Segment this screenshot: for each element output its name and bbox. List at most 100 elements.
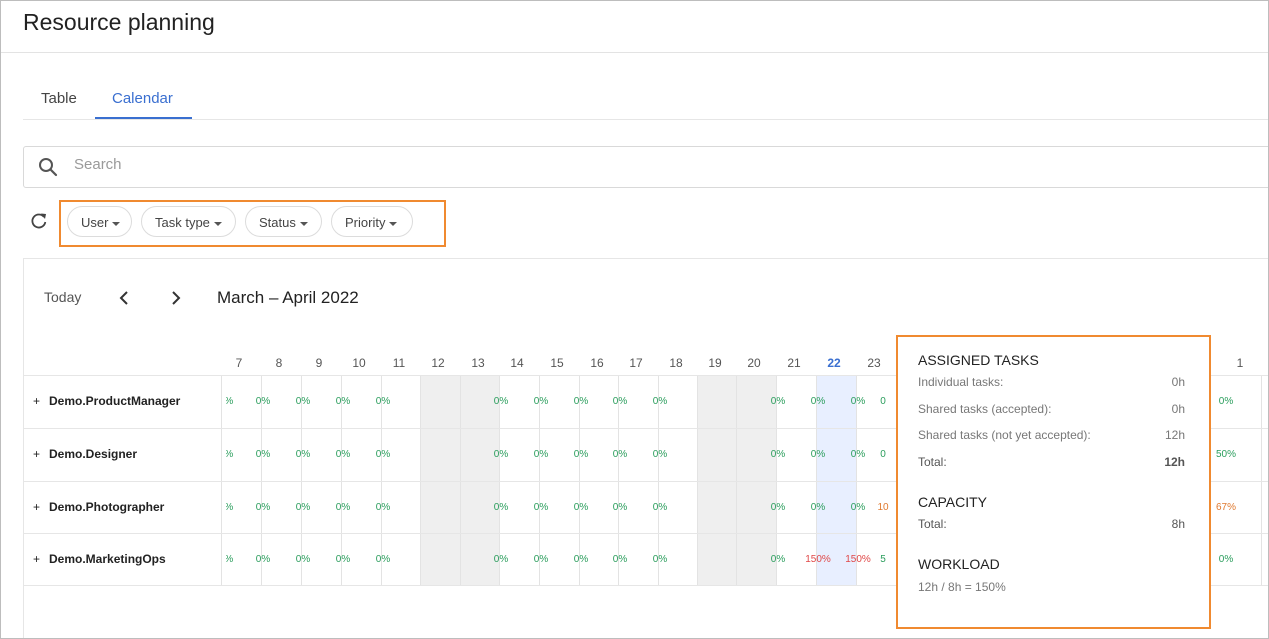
day-header: 9 [315, 356, 323, 370]
workload-cell[interactable]: 0% [561, 449, 601, 460]
workload-cell[interactable]: 0% [481, 396, 521, 407]
user-name: Demo.Photographer [49, 500, 165, 514]
workload-cell[interactable]: 0% [323, 554, 363, 565]
workload-cell[interactable]: 0% [600, 502, 640, 513]
workload-cell[interactable]: 0% [1206, 554, 1246, 565]
individual-tasks-value: 0h [1171, 375, 1185, 389]
chevron-right-icon[interactable] [170, 289, 182, 307]
search-bar [23, 146, 1268, 188]
day-header: 15 [550, 356, 564, 370]
workload-cell[interactable]: 0% [561, 554, 601, 565]
workload-cell[interactable]: 0% [323, 502, 363, 513]
filter-status[interactable]: Status [245, 206, 322, 237]
grid-column-line [1261, 375, 1262, 585]
workload-cell-partial[interactable]: 0 [873, 396, 893, 407]
capacity-total-label: Total: [918, 517, 947, 531]
workload-cell[interactable]: 0% [1206, 396, 1246, 407]
workload-cell[interactable]: 67% [1206, 502, 1246, 513]
shared-not-accepted-label: Shared tasks (not yet accepted): [918, 428, 1091, 442]
workload-cell[interactable]: 0% [838, 449, 878, 460]
user-row-label[interactable]: + Demo.MarketingOps [33, 552, 166, 566]
expand-icon[interactable]: + [33, 447, 49, 461]
assigned-total-value: 12h [1164, 455, 1185, 469]
workload-cell[interactable]: 0% [838, 396, 878, 407]
expand-icon[interactable]: + [33, 552, 49, 566]
workload-formula: 12h / 8h = 150% [918, 580, 1006, 594]
day-header: 19 [708, 356, 722, 370]
tab-table[interactable]: Table [41, 90, 77, 107]
workload-cell[interactable]: 0% [838, 502, 878, 513]
search-input[interactable] [72, 155, 876, 174]
workload-cell[interactable]: 0% [600, 396, 640, 407]
workload-cell[interactable]: 0% [363, 554, 403, 565]
workload-cell[interactable]: 0% [521, 396, 561, 407]
day-header: 21 [787, 356, 801, 370]
workload-cell[interactable]: 0% [758, 554, 798, 565]
workload-cell[interactable]: 0% [283, 449, 323, 460]
filter-user-label: User [81, 215, 109, 230]
workload-cell[interactable]: 0% [323, 396, 363, 407]
workload-cell[interactable]: 0% [363, 502, 403, 513]
grid-column-line [697, 375, 698, 585]
workload-cell[interactable]: 150% [838, 554, 878, 565]
day-header: 11 [392, 356, 406, 370]
workload-cell[interactable]: 0% [758, 396, 798, 407]
workload-cell[interactable]: 0% [283, 396, 323, 407]
filter-task-type[interactable]: Task type [141, 206, 236, 237]
workload-cell[interactable]: 0% [640, 449, 680, 460]
workload-cell[interactable]: 0% [243, 449, 283, 460]
user-row-label[interactable]: + Demo.Photographer [33, 500, 164, 514]
workload-cell[interactable]: 0% [521, 554, 561, 565]
workload-cell[interactable]: 0% [798, 449, 838, 460]
workload-cell-partial[interactable]: 0 [873, 449, 893, 460]
workload-cell[interactable]: 0% [798, 396, 838, 407]
day-header: 8 [275, 356, 283, 370]
workload-cell-partial[interactable]: 10 [873, 502, 893, 513]
workload-cell[interactable]: 0% [640, 396, 680, 407]
today-button[interactable]: Today [44, 289, 81, 305]
workload-cell-partial[interactable]: 5 [873, 554, 893, 565]
workload-cell[interactable]: 0% [243, 396, 283, 407]
workload-cell[interactable]: 150% [798, 554, 838, 565]
refresh-icon[interactable] [30, 212, 48, 230]
workload-cell[interactable]: 0% [758, 502, 798, 513]
workload-cell[interactable]: 0% [481, 502, 521, 513]
workload-cell[interactable]: 0% [521, 449, 561, 460]
workload-cell[interactable]: 0% [363, 396, 403, 407]
workload-cell[interactable]: 0% [561, 396, 601, 407]
workload-cell[interactable]: 0% [481, 449, 521, 460]
workload-cell[interactable]: 0% [640, 502, 680, 513]
workload-cell[interactable]: 0% [363, 449, 403, 460]
workload-cell[interactable]: 0% [758, 449, 798, 460]
user-row-label[interactable]: + Demo.Designer [33, 447, 137, 461]
workload-cell[interactable]: 0% [600, 449, 640, 460]
workload-cell[interactable]: 0% [600, 554, 640, 565]
workload-cell[interactable]: 0% [283, 554, 323, 565]
capacity-heading: CAPACITY [918, 494, 987, 510]
day-header: 23 [867, 356, 881, 370]
filter-priority[interactable]: Priority [331, 206, 413, 237]
workload-cell[interactable]: 0% [798, 502, 838, 513]
workload-cell[interactable]: 0% [481, 554, 521, 565]
assigned-tasks-heading: ASSIGNED TASKS [918, 352, 1039, 368]
caret-down-icon [299, 221, 308, 226]
user-name: Demo.Designer [49, 447, 138, 461]
view-tabs: Table Calendar [23, 85, 1268, 120]
workload-cell[interactable]: 0% [561, 502, 601, 513]
day-header: 16 [590, 356, 604, 370]
user-name: Demo.ProductManager [49, 394, 181, 408]
workload-cell[interactable]: 0% [521, 502, 561, 513]
workload-cell[interactable]: 0% [243, 502, 283, 513]
workload-cell[interactable]: 0% [640, 554, 680, 565]
workload-cell[interactable]: 0% [283, 502, 323, 513]
expand-icon[interactable]: + [33, 500, 49, 514]
workload-cell[interactable]: 0% [323, 449, 363, 460]
day-header: 10 [352, 356, 366, 370]
workload-cell[interactable]: 0% [243, 554, 283, 565]
filter-user[interactable]: User [67, 206, 132, 237]
chevron-left-icon[interactable] [118, 289, 130, 307]
user-row-label[interactable]: + Demo.ProductManager [33, 394, 180, 408]
tab-calendar[interactable]: Calendar [112, 90, 173, 107]
expand-icon[interactable]: + [33, 394, 49, 408]
workload-cell[interactable]: 50% [1206, 449, 1246, 460]
